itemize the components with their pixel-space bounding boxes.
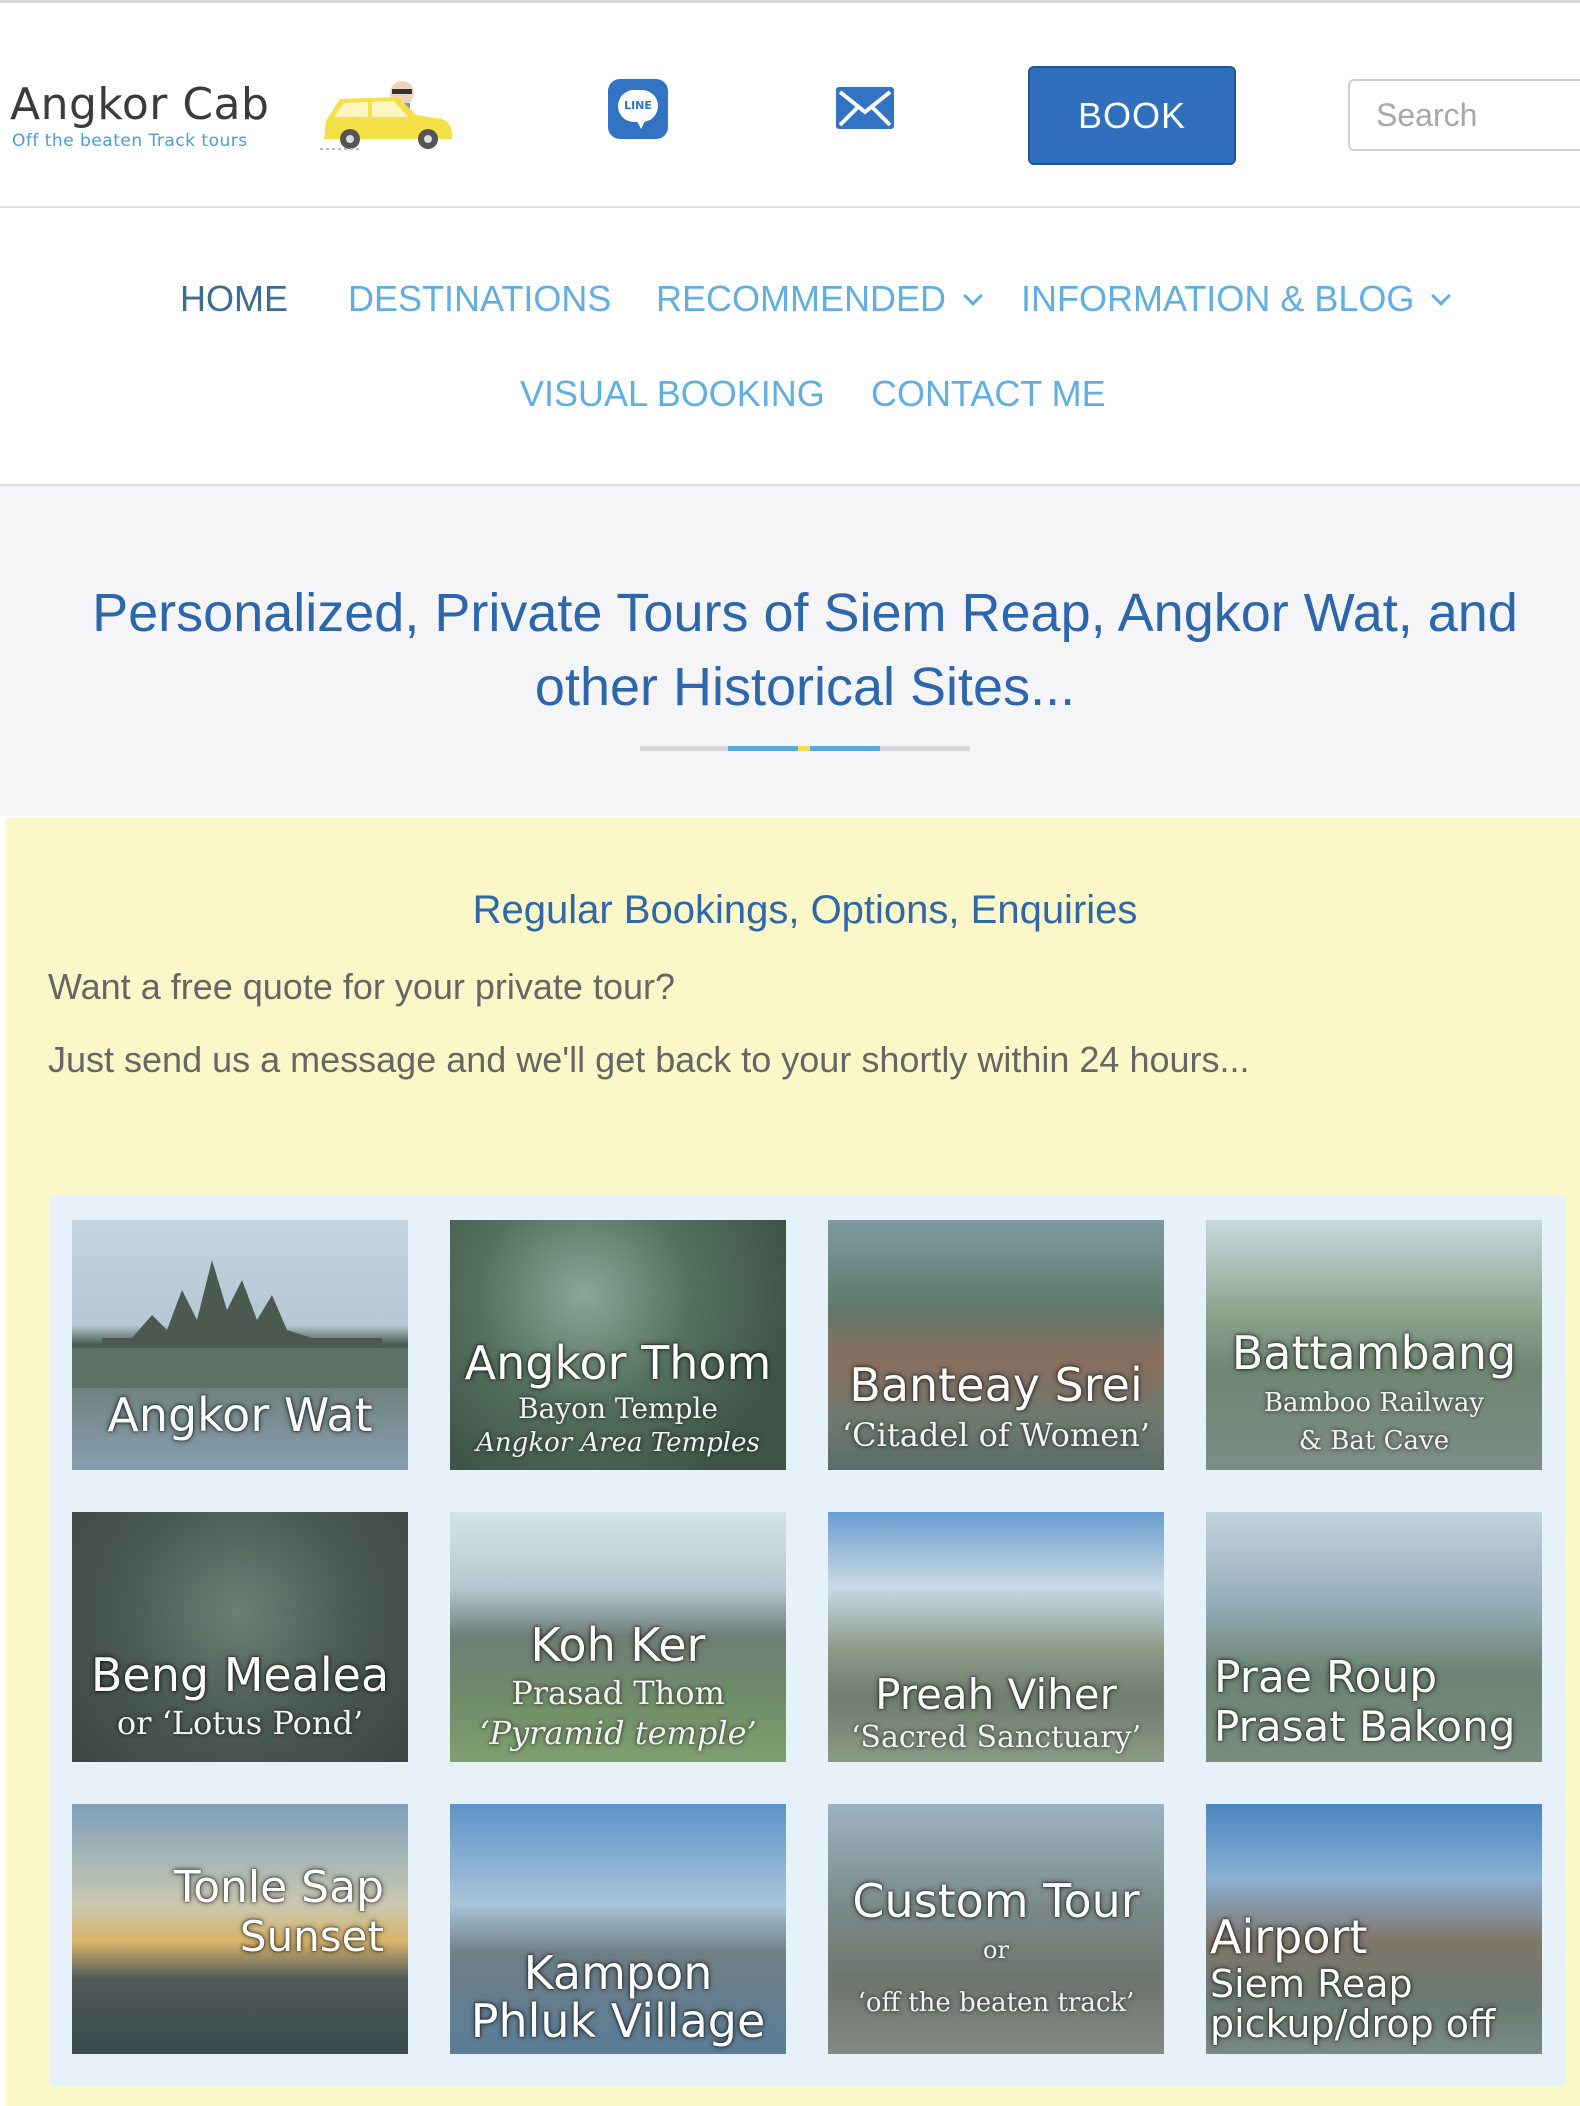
chevron-down-icon — [1431, 286, 1452, 306]
tile-kampon-phluk[interactable]: Kampon Phluk Village — [450, 1804, 786, 2054]
tile-angkor-wat[interactable]: Angkor Wat — [72, 1220, 408, 1470]
booking-title: Regular Bookings, Options, Enquiries — [472, 888, 1138, 932]
page-title: Personalized, Private Tours of Siem Reap… — [92, 583, 1518, 717]
nav-item-destinations[interactable]: DESTINATIONS — [348, 278, 611, 320]
nav-item-contact-me[interactable]: CONTACT ME — [871, 373, 1106, 415]
mail-icon[interactable] — [834, 85, 896, 131]
tile-battambang[interactable]: Battambang Bamboo Railway & Bat Cave — [1206, 1220, 1542, 1470]
site-logo[interactable]: Angkor Cab Off the beaten Track tours — [10, 73, 470, 163]
nav-item-information-blog[interactable]: INFORMATION & BLOG — [1021, 278, 1452, 320]
tile-beng-mealea[interactable]: Beng Mealea or ‘Lotus Pond’ — [72, 1512, 408, 1762]
tile-custom-tour[interactable]: Custom Tour or ‘off the beaten track’ — [828, 1804, 1164, 2054]
tile-koh-ker[interactable]: Koh Ker Prasad Thom ‘Pyramid temple’ — [450, 1512, 786, 1762]
booking-quote-text: Want a free quote for your private tour? — [48, 966, 675, 1007]
line-chat-button[interactable]: LINE — [608, 79, 668, 139]
chevron-down-icon — [963, 286, 983, 306]
book-button[interactable]: BOOK — [1028, 66, 1236, 165]
nav-item-home[interactable]: HOME — [180, 278, 288, 320]
booking-response-text: Just send us a message and we'll get bac… — [48, 1039, 1250, 1080]
logo-title: Angkor Cab — [10, 79, 270, 130]
tile-prae-roup[interactable]: Prae Roup Prasat Bakong — [1206, 1512, 1542, 1762]
destination-grid: Angkor Wat Angkor Thom Bayon Temple Angk… — [50, 1196, 1566, 2086]
line-label: LINE — [624, 99, 652, 112]
nav-item-recommended[interactable]: RECOMMENDED — [656, 278, 983, 320]
hero-section: Personalized, Private Tours of Siem Reap… — [0, 486, 1580, 816]
nav-item-visual-booking[interactable]: VISUAL BOOKING — [520, 373, 825, 415]
logo-tagline: Off the beaten Track tours — [12, 131, 248, 151]
site-header: Angkor Cab Off the beaten Track tours LI… — [0, 0, 1580, 208]
tile-preah-viher[interactable]: Preah Viher ‘Sacred Sanctuary’ — [828, 1512, 1164, 1762]
taxi-car-icon — [320, 81, 452, 150]
tile-banteay-srei[interactable]: Banteay Srei ‘Citadel of Women’ — [828, 1220, 1164, 1470]
tile-tonle-sap[interactable]: Tonle Sap Sunset — [72, 1804, 408, 2054]
tile-angkor-thom[interactable]: Angkor Thom Bayon Temple Angkor Area Tem… — [450, 1220, 786, 1470]
title-divider — [640, 746, 970, 751]
search-input[interactable] — [1348, 79, 1580, 151]
tile-airport[interactable]: Airport Siem Reap pickup/drop off — [1206, 1804, 1542, 2054]
booking-section: Regular Bookings, Options, Enquiries Wan… — [6, 818, 1580, 2106]
main-navigation: HOME DESTINATIONS RECOMMENDED INFORMATIO… — [0, 208, 1580, 486]
